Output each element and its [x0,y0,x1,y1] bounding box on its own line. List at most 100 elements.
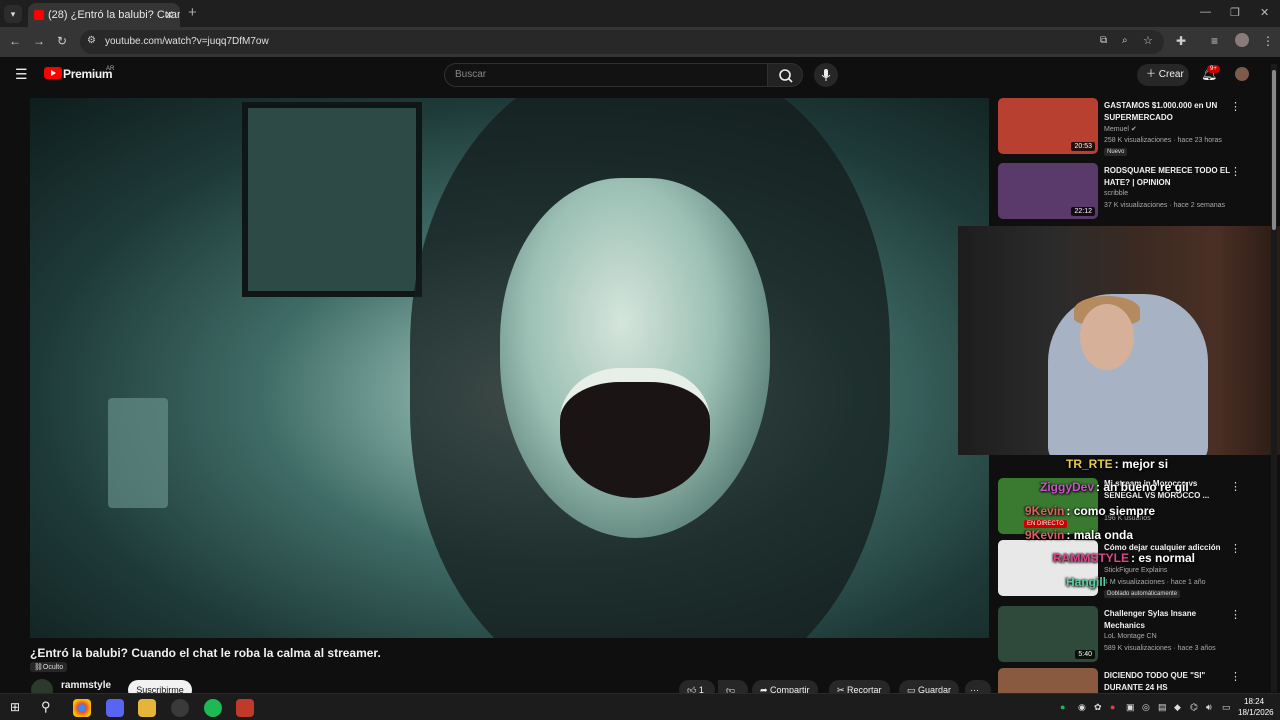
search-input[interactable]: Buscar [444,63,768,87]
reading-list-icon[interactable]: ≡ [1211,34,1218,48]
tray-icon[interactable]: ◆ [1174,702,1181,713]
chat-message: TR_RTE: mejor si [1066,457,1168,471]
clock-time[interactable]: 18:24 [1244,697,1264,706]
spotify-taskbar-icon[interactable] [204,699,222,717]
file-explorer-taskbar-icon[interactable] [138,699,156,717]
kebab-menu-icon[interactable]: ⋮ [1230,480,1241,493]
browser-tab-active[interactable]: (28) ¿Entró la balubi? Cuando e ✕ [28,3,180,27]
browser-toolbar: ← → ↻ ⚙ youtube.com/watch?v=juqq7DfM7ow … [0,27,1280,57]
battery-icon[interactable]: ▭ [1222,702,1231,713]
back-icon[interactable]: ← [9,34,21,48]
chat-nick: 9Kevin [1025,504,1065,518]
account-avatar[interactable] [1235,67,1249,81]
video-thumbnail[interactable]: 22:12 [998,163,1098,219]
tab-search-button[interactable]: ▾ [4,5,22,23]
chat-nick: ZiggyDev [1040,480,1095,494]
chat-message: Hangill [1066,575,1108,589]
recommended-meta: 589 K visualizaciones · hace 3 años [1104,645,1216,652]
install-icon[interactable]: ⧉ [1100,35,1107,46]
create-label: Crear [1158,69,1184,80]
new-tab-button[interactable]: + [188,4,197,21]
close-window-icon[interactable]: ✕ [1260,6,1269,19]
kebab-menu-icon[interactable]: ⋮ [1230,670,1241,683]
tray-icon[interactable]: ▤ [1158,702,1167,713]
recommended-item[interactable]: 5:40 Challenger Sylas Insane Mechanics L… [998,606,1270,666]
recommended-title[interactable]: GASTAMOS $1.000.000 en UN SUPERMERCADO [1104,100,1232,124]
page-scrollbar[interactable] [1271,64,1277,692]
chat-text: : mejor si [1114,457,1169,471]
recommended-title[interactable]: Challenger Sylas Insane Mechanics [1104,608,1232,632]
network-icon[interactable]: ⌬ [1190,702,1198,713]
extensions-icon[interactable]: ✚ [1176,34,1186,48]
recommended-item[interactable]: 20:53 GASTAMOS $1.000.000 en UN SUPERMER… [998,98,1270,158]
url-text[interactable]: youtube.com/watch?v=juqq7DfM7ow [105,30,269,54]
recommended-item[interactable]: Cómo dejar cualquier adicción StickFigur… [998,540,1270,600]
voice-search-button[interactable] [814,63,838,87]
recommended-item[interactable]: DICIENDO TODO QUE "SI" DURANTE 24 HS ⋮ [998,668,1270,693]
plus-icon: ＋ [1146,69,1159,80]
recommended-title[interactable]: RODSQUARE MERECE TODO EL HATE? | OPINION [1104,165,1232,189]
video-thumbnail[interactable]: 5:40 [998,606,1098,662]
reload-icon[interactable]: ↻ [57,34,67,48]
recommended-meta: 4 M visualizaciones · hace 1 año [1104,579,1206,586]
recommended-meta: 258 K visualizaciones · hace 23 horas [1104,137,1222,144]
recommended-channel[interactable]: LoL Montage CN [1104,633,1157,640]
tab-close-icon[interactable]: ✕ [164,3,174,27]
kebab-menu-icon[interactable]: ⋮ [1230,608,1241,621]
kebab-menu-icon[interactable]: ⋮ [1230,100,1241,113]
minimize-icon[interactable]: — [1200,6,1211,18]
app-taskbar-icon[interactable] [236,699,254,717]
video-thumbnail[interactable] [998,668,1098,693]
zoom-icon[interactable]: ⌕ [1122,35,1128,46]
video-player[interactable] [30,98,989,638]
browser-tab-strip: ▾ (28) ¿Entró la balubi? Cuando e ✕ + — … [0,0,1280,27]
channel-name[interactable]: rammstyle [61,680,111,691]
bookmark-star-icon[interactable]: ☆ [1143,34,1153,47]
obs-taskbar-icon[interactable] [171,699,189,717]
site-info-icon[interactable]: ⚙ [87,35,96,46]
kebab-menu-icon[interactable]: ⋮ [1230,542,1241,555]
spotify-tray-icon[interactable]: ● [1060,702,1065,712]
clock-date[interactable]: 18/1/2026 [1238,708,1274,717]
scrollbar-thumb[interactable] [1272,70,1276,230]
create-button[interactable]: ＋ Crear [1137,64,1189,86]
forward-icon[interactable]: → [33,34,45,48]
microphone-icon [821,69,831,81]
poster-frame-image [242,102,422,297]
hamburger-menu-icon[interactable]: ☰ [15,66,28,83]
notifications-badge: 9+ [1207,65,1220,73]
video-thumbnail[interactable]: 20:53 [998,98,1098,154]
discord-tray-icon[interactable]: ◉ [1078,702,1086,713]
chrome-taskbar-icon[interactable] [73,699,91,717]
profile-avatar-icon[interactable] [1235,33,1249,47]
recommended-channel[interactable]: scribble [1104,190,1128,197]
recommended-title[interactable]: DICIENDO TODO QUE "SI" DURANTE 24 HS [1104,670,1232,693]
recommended-channel[interactable]: Memuel ✔ [1104,125,1137,133]
recommended-channel[interactable]: StickFigure Explains [1104,567,1167,574]
volume-icon[interactable]: 🔊︎ [1206,702,1212,713]
discord-taskbar-icon[interactable] [106,699,124,717]
chat-nick: RAMMSTYLE [1053,551,1129,565]
tray-icon[interactable]: ◎ [1142,702,1150,713]
wall-lamp-image [108,398,168,508]
live-badge: EN DIRECTO [1024,520,1067,528]
recommended-item[interactable]: 22:12 RODSQUARE MERECE TODO EL HATE? | O… [998,163,1270,223]
kebab-menu-icon[interactable]: ⋮ [1230,165,1241,178]
tray-icon[interactable]: ▣ [1126,702,1135,713]
search-taskbar-icon[interactable]: ⚲ [41,699,51,715]
youtube-logo-icon[interactable] [44,67,62,79]
search-icon [779,69,793,83]
chat-message: 9Kevin: mala onda [1025,528,1133,542]
mic-muted-tray-icon[interactable]: ● [1110,702,1115,712]
duration-badge: 22:12 [1071,207,1095,216]
tray-icon[interactable]: ✿ [1094,702,1102,713]
windows-start-icon[interactable]: ⊞ [10,700,20,714]
search-button[interactable] [767,63,803,87]
region-code: AR [106,66,115,72]
chrome-menu-icon[interactable]: ⋮ [1262,34,1274,48]
youtube-favicon-icon [34,10,44,20]
youtube-premium-logo[interactable]: Premium [63,67,113,81]
maximize-icon[interactable]: ❐ [1230,6,1240,19]
address-bar[interactable]: ⚙ youtube.com/watch?v=juqq7DfM7ow ⧉ ⌕ ☆ [80,30,1164,54]
tab-title: (28) ¿Entró la balubi? Cuando e [48,9,180,21]
